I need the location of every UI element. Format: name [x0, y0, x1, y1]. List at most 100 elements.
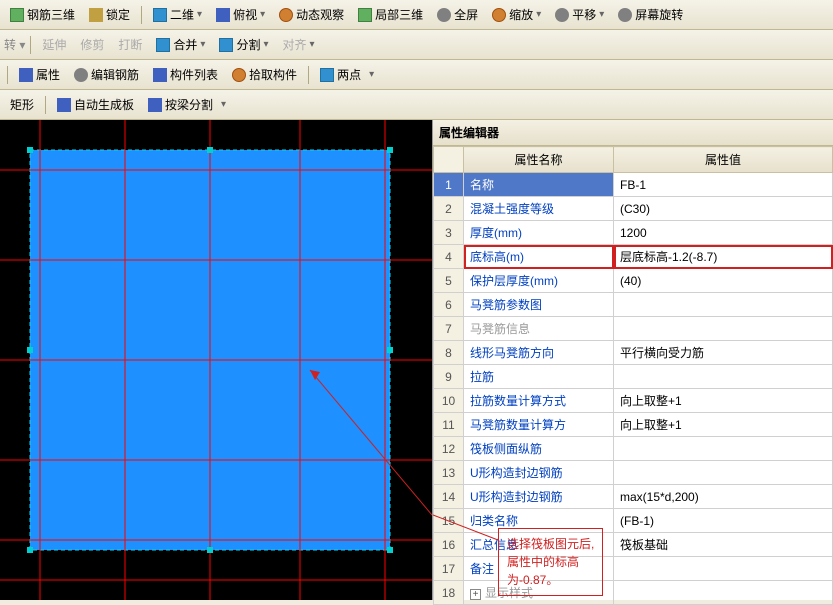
local-3d-button[interactable]: 局部三维 — [352, 3, 429, 26]
auto-gen-slab-button[interactable]: 自动生成板 — [51, 93, 140, 116]
property-name: 归类名称 — [470, 514, 518, 528]
property-name: 拉筋数量计算方式 — [470, 394, 566, 408]
row-index: 5 — [434, 269, 464, 293]
property-name-cell[interactable]: 马凳筋数量计算方 — [464, 413, 614, 437]
zoom-button[interactable]: 缩放▾ — [486, 3, 547, 26]
property-value-cell[interactable] — [614, 365, 833, 389]
pick-icon — [232, 68, 246, 82]
pan-button[interactable]: 平移▾ — [549, 3, 610, 26]
property-value-cell[interactable]: 1200 — [614, 221, 833, 245]
overlook-button[interactable]: 俯视▾ — [210, 3, 271, 26]
merge-button[interactable]: 合并▾ — [150, 33, 211, 56]
property-value-cell[interactable]: 平行横向受力筋 — [614, 341, 833, 365]
split-by-beam-button[interactable]: 按梁分割 — [142, 93, 219, 116]
property-value-cell[interactable]: FB-1 — [614, 173, 833, 197]
toolbar-edit: 转 ▾ 延伸 修剪 打断 合并▾ 分割▾ 对齐▾ — [0, 30, 833, 60]
property-name: 保护层厚度(mm) — [470, 274, 558, 288]
property-name-cell[interactable]: U形构造封边钢筋 — [464, 461, 614, 485]
screen-rotate-button[interactable]: 屏幕旋转 — [612, 3, 689, 26]
label: 俯视 — [233, 6, 257, 23]
property-row[interactable]: 15归类名称(FB-1) — [434, 509, 833, 533]
property-value-cell[interactable] — [614, 581, 833, 605]
label: 编辑钢筋 — [91, 66, 139, 83]
property-value-cell[interactable] — [614, 293, 833, 317]
property-row[interactable]: 10拉筋数量计算方式向上取整+1 — [434, 389, 833, 413]
split-button[interactable]: 分割▾ — [213, 33, 274, 56]
component-list-button[interactable]: 构件列表 — [147, 63, 224, 86]
trim-button: 修剪 — [74, 33, 110, 56]
property-name-cell[interactable]: 保护层厚度(mm) — [464, 269, 614, 293]
property-name-cell[interactable]: 马凳筋参数图 — [464, 293, 614, 317]
label: 修剪 — [80, 36, 104, 53]
property-row[interactable]: 4 底标高(m) 层底标高-1.2(-8.7) — [434, 245, 833, 269]
property-name-cell[interactable]: U形构造封边钢筋 — [464, 485, 614, 509]
row-index: 4 — [434, 245, 464, 269]
property-value-cell[interactable]: 向上取整+1 — [614, 389, 833, 413]
point-icon — [320, 68, 334, 82]
property-name-cell[interactable]: 厚度(mm) — [464, 221, 614, 245]
property-name: U形构造封边钢筋 — [470, 466, 563, 480]
property-name-cell[interactable]: 筏板侧面纵筋 — [464, 437, 614, 461]
property-name-cell[interactable]: 拉筋数量计算方式 — [464, 389, 614, 413]
property-row[interactable]: 2混凝土强度等级(C30) — [434, 197, 833, 221]
property-name: 底标高(m) — [470, 250, 524, 264]
property-row[interactable]: 12筏板侧面纵筋 — [434, 437, 833, 461]
view-2d-button[interactable]: 二维▾ — [147, 3, 208, 26]
property-row[interactable]: 16汇总信息筏板基础 — [434, 533, 833, 557]
row-index: 1 — [434, 173, 464, 197]
props-button[interactable]: 属性 — [13, 63, 66, 86]
rect-button[interactable]: 矩形 — [4, 93, 40, 116]
property-value-cell[interactable] — [614, 557, 833, 581]
property-row[interactable]: 11马凳筋数量计算方向上取整+1 — [434, 413, 833, 437]
property-row[interactable]: 13U形构造封边钢筋 — [434, 461, 833, 485]
chevron-down-icon: ▾ — [197, 9, 202, 20]
property-value-cell[interactable]: 筏板基础 — [614, 533, 833, 557]
expand-icon[interactable]: + — [470, 589, 481, 600]
property-row[interactable]: 17备注 — [434, 557, 833, 581]
property-value-cell[interactable] — [614, 317, 833, 341]
property-name-cell[interactable]: 名称 — [464, 173, 614, 197]
callout-line: 选择筏板图元后, — [507, 535, 594, 553]
rebar-3d-button[interactable]: 钢筋三维 — [4, 3, 81, 26]
property-value-cell[interactable]: (FB-1) — [614, 509, 833, 533]
merge-icon — [156, 38, 170, 52]
property-table: 属性名称 属性值 1名称FB-12混凝土强度等级(C30)3厚度(mm)1200… — [433, 146, 833, 605]
property-row[interactable]: 7马凳筋信息 — [434, 317, 833, 341]
drawing-viewport[interactable] — [0, 120, 432, 600]
property-name-cell[interactable]: 混凝土强度等级 — [464, 197, 614, 221]
label: 动态观察 — [296, 6, 344, 23]
property-value-cell[interactable]: max(15*d,200) — [614, 485, 833, 509]
row-index: 12 — [434, 437, 464, 461]
main-area: 属性编辑器 属性名称 属性值 1名称FB-12混凝土强度等级(C30)3厚度(m… — [0, 120, 833, 600]
property-name: 名称 — [470, 178, 494, 192]
property-row[interactable]: 5 保护层厚度(mm) (40) — [434, 269, 833, 293]
property-name-cell[interactable]: 马凳筋信息 — [464, 317, 614, 341]
property-row[interactable]: 1 名称 FB-1 — [434, 173, 833, 197]
fullscreen-button[interactable]: 全屏 — [431, 3, 484, 26]
pick-component-button[interactable]: 拾取构件 — [226, 63, 303, 86]
property-row[interactable]: 6马凳筋参数图 — [434, 293, 833, 317]
property-row[interactable]: 3厚度(mm)1200 — [434, 221, 833, 245]
property-value-cell[interactable]: 向上取整+1 — [614, 413, 833, 437]
property-name-cell[interactable]: 底标高(m) — [464, 245, 614, 269]
property-row[interactable]: 8线形马凳筋方向平行横向受力筋 — [434, 341, 833, 365]
property-row[interactable]: 14U形构造封边钢筋max(15*d,200) — [434, 485, 833, 509]
property-value-cell[interactable] — [614, 461, 833, 485]
property-value-cell[interactable]: 层底标高-1.2(-8.7) — [614, 245, 833, 269]
lock-button[interactable]: 锁定 — [83, 3, 136, 26]
property-value-cell[interactable]: (40) — [614, 269, 833, 293]
label: 全屏 — [454, 6, 478, 23]
property-row[interactable]: 9拉筋 — [434, 365, 833, 389]
property-value-cell[interactable] — [614, 437, 833, 461]
property-name-cell[interactable]: 线形马凳筋方向 — [464, 341, 614, 365]
dynamic-observe-button[interactable]: 动态观察 — [273, 3, 350, 26]
label: 合并 — [173, 36, 197, 53]
property-value-cell[interactable]: (C30) — [614, 197, 833, 221]
property-row[interactable]: 18+显示样式 — [434, 581, 833, 605]
property-name-cell[interactable]: 拉筋 — [464, 365, 614, 389]
edit-rebar-button[interactable]: 编辑钢筋 — [68, 63, 145, 86]
zoom-icon — [492, 8, 506, 22]
eye-icon — [279, 8, 293, 22]
cube-icon — [10, 8, 24, 22]
two-point-button[interactable]: 两点 — [314, 63, 367, 86]
